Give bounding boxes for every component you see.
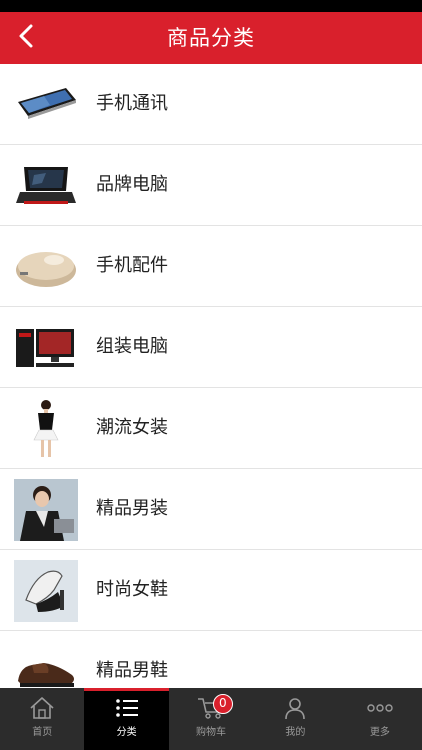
category-item-womens-fashion[interactable]: 潮流女装 (0, 388, 422, 469)
category-thumbnail-womens-shoes (14, 560, 78, 622)
category-label: 组装电脑 (96, 336, 168, 357)
list-icon (112, 694, 142, 722)
category-label: 时尚女鞋 (96, 579, 168, 600)
category-item-brand-pcs[interactable]: 品牌电脑 (0, 145, 422, 226)
category-thumbnail-mens-shoes (14, 641, 78, 688)
tab-mine[interactable]: 我的 (253, 688, 337, 750)
category-item-custom-pcs[interactable]: 组装电脑 (0, 307, 422, 388)
category-list: 手机通讯 品牌电脑 手机配件 组装电脑 潮流女装 精品男装 时尚女鞋 精品男鞋 (0, 64, 422, 688)
category-thumbnail-smartphone (14, 74, 78, 136)
category-thumbnail-desktop-pc (14, 317, 78, 379)
tab-home[interactable]: 首页 (0, 688, 84, 750)
status-bar (0, 0, 422, 12)
category-item-phone-accessories[interactable]: 手机配件 (0, 226, 422, 307)
category-thumbnail-power-bank (14, 236, 78, 298)
home-icon (27, 694, 57, 722)
tab-label: 我的 (285, 727, 306, 738)
category-thumbnail-mens-fashion (14, 479, 78, 541)
category-label: 精品男鞋 (96, 660, 168, 681)
bottom-tab-bar: 首页 分类 0 购物车 我的 更多 (0, 688, 422, 750)
chevron-left-icon (17, 23, 35, 53)
more-icon (365, 694, 395, 722)
tab-label: 分类 (116, 727, 137, 738)
tab-label: 更多 (369, 727, 390, 738)
tab-category[interactable]: 分类 (84, 688, 170, 750)
back-button[interactable] (6, 18, 46, 58)
category-label: 品牌电脑 (96, 174, 168, 195)
user-icon (280, 694, 310, 722)
category-label: 手机通讯 (96, 93, 168, 114)
category-label: 潮流女装 (96, 417, 168, 438)
tab-cart[interactable]: 0 购物车 (169, 688, 253, 750)
tab-more[interactable]: 更多 (338, 688, 422, 750)
category-label: 手机配件 (96, 255, 168, 276)
cart-count-badge: 0 (212, 694, 233, 714)
category-label: 精品男装 (96, 498, 168, 519)
page-title: 商品分类 (167, 26, 255, 50)
category-item-womens-shoes[interactable]: 时尚女鞋 (0, 550, 422, 631)
category-thumbnail-womens-fashion (14, 398, 78, 460)
category-thumbnail-laptop (14, 155, 78, 217)
tab-label: 购物车 (196, 727, 227, 738)
tab-label: 首页 (32, 727, 53, 738)
header-bar: 商品分类 (0, 12, 422, 64)
category-item-mens-fashion[interactable]: 精品男装 (0, 469, 422, 550)
category-item-mens-shoes[interactable]: 精品男鞋 (0, 631, 422, 688)
category-item-phones[interactable]: 手机通讯 (0, 64, 422, 145)
